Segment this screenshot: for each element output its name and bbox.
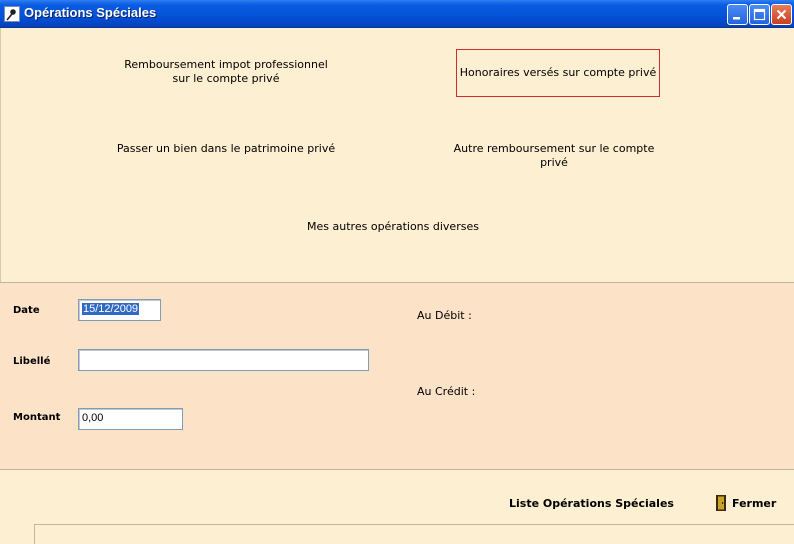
honoraires-link[interactable]: Honoraires versés sur compte privé xyxy=(456,49,660,97)
remboursement-impot-link[interactable]: Remboursement impot professionnel sur le… xyxy=(121,58,331,86)
fermer-label: Fermer xyxy=(732,496,777,510)
window-title: Opérations Spéciales xyxy=(24,5,157,20)
debit-label: Au Débit : xyxy=(417,309,472,322)
honoraires-label: Honoraires versés sur compte privé xyxy=(459,66,657,79)
minimize-icon xyxy=(733,17,740,20)
credit-label: Au Crédit : xyxy=(417,385,476,398)
window-titlebar[interactable]: Opérations Spéciales xyxy=(0,0,794,28)
minimize-button[interactable] xyxy=(727,4,748,25)
fermer-button[interactable]: Fermer xyxy=(716,493,776,513)
passer-bien-label: Passer un bien dans le patrimoine privé xyxy=(116,142,336,155)
remboursement-impot-line1: Remboursement impot professionnel xyxy=(124,58,328,71)
footer-panel: Liste Opérations Spéciales Fermer xyxy=(0,470,794,544)
close-button[interactable] xyxy=(771,4,792,25)
date-label: Date xyxy=(13,305,40,316)
pin-icon xyxy=(4,6,20,22)
liste-operations-button[interactable]: Liste Opérations Spéciales xyxy=(509,497,674,510)
date-value: 15/12/2009 xyxy=(82,303,140,315)
operations-panel: Remboursement impot professionnel sur le… xyxy=(0,28,794,282)
autres-operations-label: Mes autres opérations diverses xyxy=(307,220,479,233)
close-icon xyxy=(776,9,787,20)
autre-remboursement-link[interactable]: Autre remboursement sur le compte privé xyxy=(441,142,667,170)
passer-bien-link[interactable]: Passer un bien dans le patrimoine privé xyxy=(113,142,339,156)
maximize-button[interactable] xyxy=(749,4,770,25)
door-icon xyxy=(716,495,726,511)
montant-field[interactable]: 0,00 xyxy=(78,408,183,430)
status-bar xyxy=(34,524,794,544)
maximize-icon xyxy=(753,8,766,21)
entry-form: Date 15/12/2009 Libellé Montant 0,00 Au … xyxy=(0,282,794,470)
libelle-field[interactable] xyxy=(78,349,369,371)
date-field[interactable]: 15/12/2009 xyxy=(78,299,161,321)
montant-label: Montant xyxy=(13,412,61,423)
montant-value: 0,00 xyxy=(82,412,104,424)
autres-operations-link[interactable]: Mes autres opérations diverses xyxy=(293,220,493,234)
libelle-label: Libellé xyxy=(13,356,51,367)
remboursement-impot-line2: sur le compte privé xyxy=(172,72,280,85)
autre-remboursement-label: Autre remboursement sur le compte privé xyxy=(453,142,655,169)
